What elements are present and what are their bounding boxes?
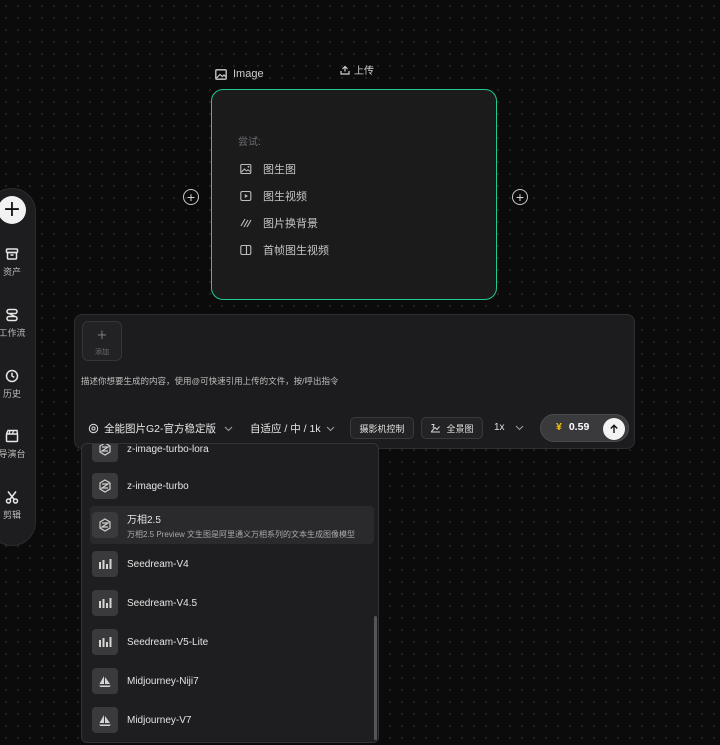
model-option-name: Seedream-V5-Lite bbox=[127, 636, 209, 648]
panorama-label: 全景图 bbox=[446, 423, 474, 434]
suggestion-change-background[interactable]: 图片换背景 bbox=[240, 215, 318, 231]
sidebar-item-label: 资产 bbox=[2, 267, 21, 277]
model-option[interactable]: z-image-turbo bbox=[90, 470, 374, 502]
try-label: 尝试: bbox=[238, 137, 261, 148]
suggestion-first-frame-video[interactable]: 首帧图生视频 bbox=[240, 242, 329, 258]
attach-label: 添加 bbox=[95, 349, 109, 356]
seedream-icon bbox=[92, 590, 118, 616]
dropdown-scrollbar[interactable] bbox=[374, 616, 377, 740]
upload-icon bbox=[340, 65, 350, 75]
model-option[interactable]: Seedream-V4.5 bbox=[90, 587, 374, 619]
model-option[interactable]: Midjourney-Niji7 bbox=[90, 665, 374, 697]
node-title-label: Image bbox=[233, 68, 264, 80]
sidebar-item-label: 导演台 bbox=[0, 449, 26, 459]
clock-icon bbox=[5, 369, 19, 383]
model-option-name: Seedream-V4.5 bbox=[127, 597, 198, 609]
count-label: 1x bbox=[494, 422, 505, 433]
suggestion-label: 图生图 bbox=[263, 164, 296, 176]
z-image-icon bbox=[92, 444, 118, 462]
model-option[interactable]: z-image-turbo-lora bbox=[90, 443, 374, 465]
attach-file-button[interactable]: + 添加 bbox=[82, 321, 122, 361]
node-title: Image bbox=[215, 68, 264, 80]
image-icon bbox=[215, 68, 227, 80]
model-option-name: Seedream-V4 bbox=[127, 558, 189, 570]
model-option[interactable]: Seedream-V4 bbox=[90, 548, 374, 580]
upload-label: 上传 bbox=[354, 66, 374, 77]
ratio-label: 自适应 / 中 / 1k bbox=[250, 423, 321, 435]
add-right-node-button[interactable]: + bbox=[512, 189, 528, 205]
seedream-icon bbox=[92, 629, 118, 655]
model-option-name: z-image-turbo bbox=[127, 480, 189, 492]
sidebar-item-history[interactable]: 历史 bbox=[0, 369, 34, 400]
model-option[interactable]: Midjourney-V7 bbox=[90, 704, 374, 736]
suggestion-image-to-image[interactable]: 图生图 bbox=[240, 161, 296, 177]
sidebar-item-label: 剪辑 bbox=[2, 510, 21, 520]
model-option-selected[interactable]: 万相2.5 万相2.5 Preview 文生图是阿里通义万相系列的文本生成图像模… bbox=[90, 506, 374, 544]
hatch-icon bbox=[240, 218, 252, 228]
sidebar-item-label: 工作流 bbox=[0, 328, 26, 338]
frame-icon bbox=[240, 244, 252, 256]
sidebar-item-label: 历史 bbox=[2, 389, 21, 399]
seedream-icon bbox=[92, 551, 118, 577]
video-play-icon bbox=[240, 190, 252, 202]
model-option-name: Midjourney-Niji7 bbox=[127, 675, 199, 687]
model-label: 全能图片G2-官方稳定版 bbox=[104, 423, 217, 435]
clapperboard-icon bbox=[5, 429, 19, 443]
count-select[interactable]: 1x bbox=[494, 422, 524, 433]
send-button[interactable] bbox=[603, 418, 625, 440]
sailboat-icon bbox=[92, 668, 118, 694]
suggestion-label: 首帧图生视频 bbox=[263, 245, 329, 257]
model-dropdown: z-image-turbo-lora z-image-turbo 万相2.5 万… bbox=[81, 443, 379, 743]
prompt-input[interactable]: 描述你想要生成的内容，使用@可快速引用上传的文件，按/呼出指令 bbox=[81, 375, 339, 387]
archive-icon bbox=[5, 248, 19, 260]
model-gear-icon bbox=[88, 423, 99, 434]
model-option[interactable]: Seedream-V5-Lite bbox=[90, 626, 374, 658]
scissors-icon bbox=[5, 491, 19, 504]
arrow-up-icon bbox=[610, 424, 618, 433]
price-value: 0.59 bbox=[568, 421, 590, 433]
sailboat-icon bbox=[92, 707, 118, 733]
model-option-description: 万相2.5 Preview 文生图是阿里通义万相系列的文本生成图像模型 bbox=[127, 529, 356, 539]
add-left-node-button[interactable]: + bbox=[183, 189, 199, 205]
chevron-down-icon bbox=[224, 426, 233, 431]
chevron-down-icon bbox=[515, 425, 523, 430]
suggestion-label: 图片换背景 bbox=[263, 218, 318, 230]
price-display: ¥ 0.59 bbox=[556, 421, 589, 433]
sidebar-item-edit[interactable]: 剪辑 bbox=[0, 490, 34, 521]
model-option-name: 万相2.5 bbox=[127, 514, 161, 526]
sidebar-item-director[interactable]: 导演台 bbox=[0, 429, 34, 460]
image-edit-icon bbox=[240, 163, 252, 175]
ratio-select[interactable]: 自适应 / 中 / 1k bbox=[250, 421, 335, 436]
model-option-name: z-image-turbo-lora bbox=[127, 443, 209, 455]
z-image-icon bbox=[92, 473, 118, 499]
panorama-button[interactable]: 全景图 bbox=[421, 417, 483, 439]
workflow-icon bbox=[6, 308, 18, 322]
camera-control-label: 摄影机控制 bbox=[359, 423, 405, 434]
panorama-icon bbox=[431, 424, 441, 433]
currency-symbol: ¥ bbox=[556, 421, 562, 433]
plus-icon: + bbox=[96, 328, 108, 343]
camera-control-button[interactable]: 摄影机控制 bbox=[350, 417, 414, 439]
model-select[interactable]: 全能图片G2-官方稳定版 bbox=[88, 421, 233, 436]
sidebar-item-workflow[interactable]: 工作流 bbox=[0, 308, 34, 339]
suggestion-image-to-video[interactable]: 图生视频 bbox=[240, 188, 307, 204]
sidebar-item-assets[interactable]: 资产 bbox=[0, 247, 34, 278]
suggestion-label: 图生视频 bbox=[263, 191, 307, 203]
model-option-name: Midjourney-V7 bbox=[127, 714, 192, 726]
upload-button[interactable]: 上传 bbox=[340, 62, 374, 77]
z-image-icon bbox=[92, 512, 118, 538]
chevron-down-icon bbox=[326, 426, 334, 431]
